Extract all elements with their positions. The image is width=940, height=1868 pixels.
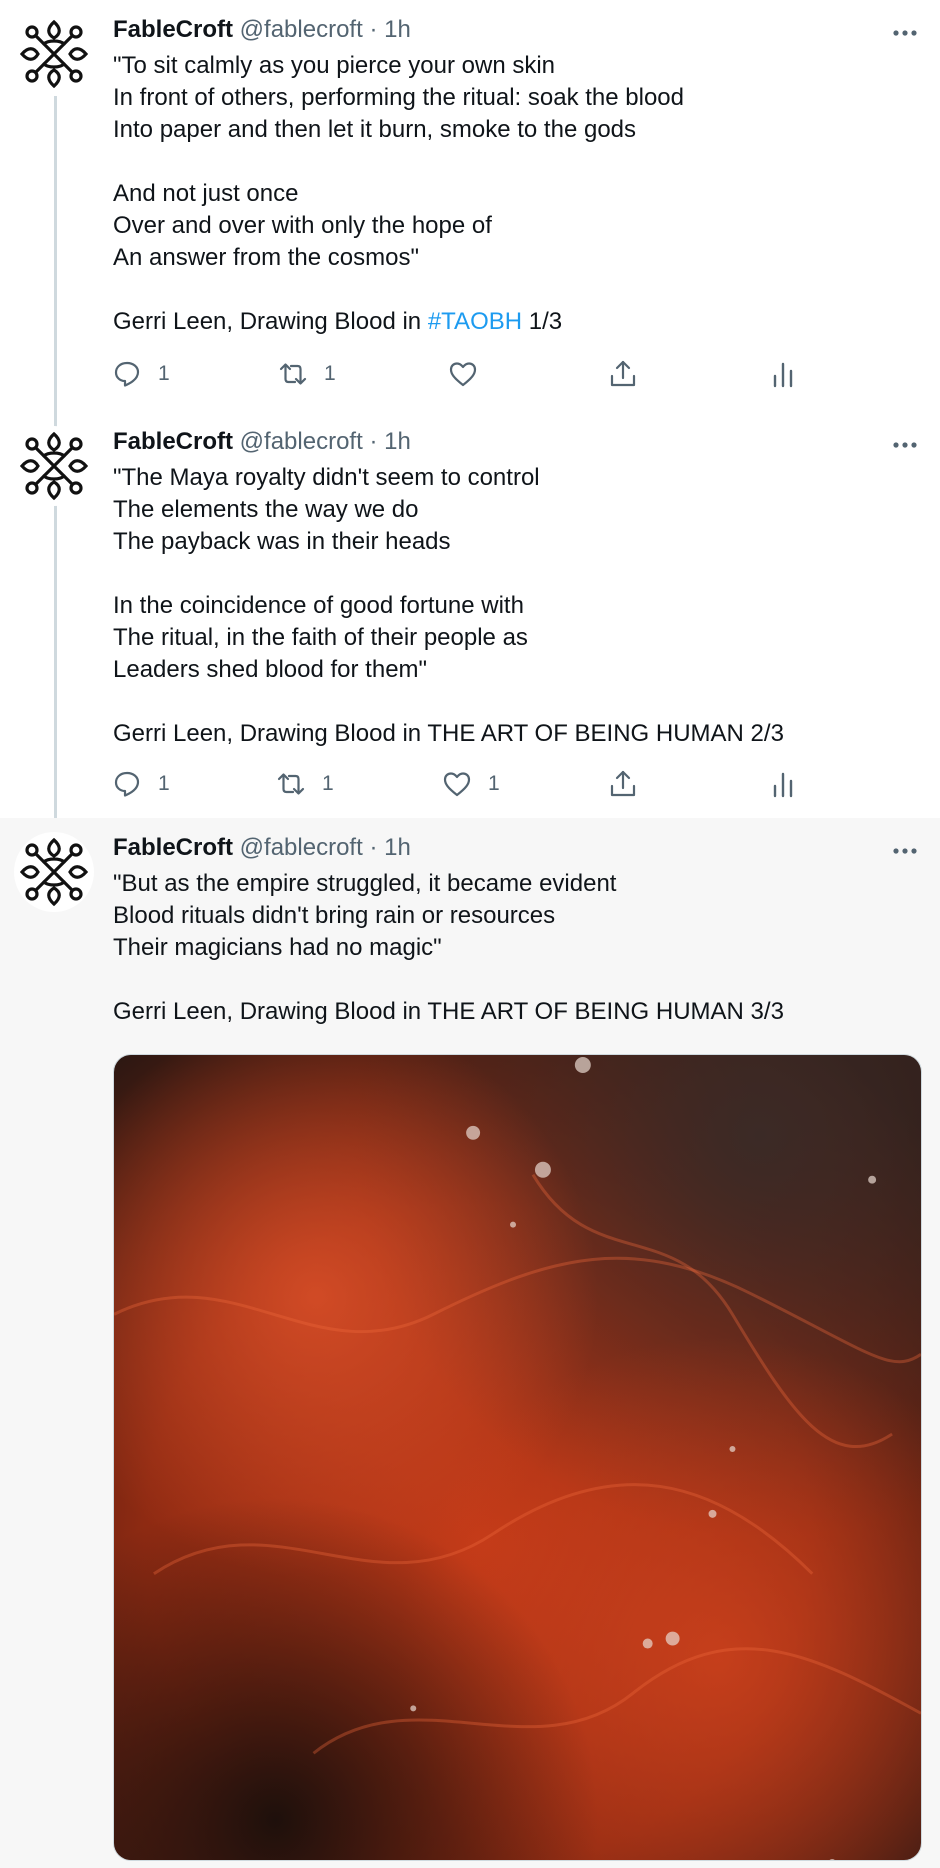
tweet-1[interactable]: FableCroft @fablecroft · 1h "To sit calm… bbox=[0, 0, 940, 412]
separator: · bbox=[369, 16, 378, 43]
reply-button[interactable]: 1 bbox=[112, 764, 170, 804]
knotwork-logo-icon bbox=[19, 837, 89, 907]
like-count: 1 bbox=[488, 772, 500, 795]
tweet-header: FableCroft @fablecroft · 1h bbox=[113, 830, 411, 866]
more-horizontal-icon bbox=[893, 442, 917, 448]
retweet-icon bbox=[277, 773, 305, 795]
tweet-header: FableCroft @fablecroft · 1h bbox=[113, 424, 411, 460]
retweet-button[interactable]: 1 bbox=[276, 764, 334, 804]
reply-count: 1 bbox=[158, 362, 170, 385]
analytics-icon bbox=[773, 362, 793, 388]
tweet-text: "But as the empire struggled, it became … bbox=[113, 870, 784, 1025]
author-handle[interactable]: @fablecroft bbox=[240, 16, 363, 43]
avatar[interactable] bbox=[14, 14, 94, 94]
tweet-header: FableCroft @fablecroft · 1h bbox=[113, 12, 411, 48]
like-button[interactable] bbox=[448, 354, 494, 394]
separator: · bbox=[369, 834, 378, 861]
hashtag-link[interactable]: #TAOBH bbox=[428, 308, 522, 335]
author-name[interactable]: FableCroft bbox=[113, 428, 233, 455]
knotwork-logo-icon bbox=[19, 19, 89, 89]
author-name[interactable]: FableCroft bbox=[113, 834, 233, 861]
author-handle[interactable]: @fablecroft bbox=[240, 428, 363, 455]
tweet-2[interactable]: FableCroft @fablecroft · 1h "The Maya ro… bbox=[0, 412, 940, 818]
red-smoke-photo bbox=[114, 1055, 921, 1860]
retweet-count: 1 bbox=[322, 772, 334, 795]
tweet-actions: 1 1 bbox=[112, 354, 812, 394]
timestamp[interactable]: 1h bbox=[384, 16, 411, 43]
like-button[interactable]: 1 bbox=[442, 764, 500, 804]
heart-icon bbox=[443, 772, 471, 797]
share-icon bbox=[610, 360, 636, 387]
author-name[interactable]: FableCroft bbox=[113, 16, 233, 43]
tweet-text: "The Maya royalty didn't seem to control… bbox=[113, 464, 784, 747]
reply-icon bbox=[114, 771, 140, 797]
share-button[interactable] bbox=[608, 354, 638, 394]
more-options-button[interactable] bbox=[890, 18, 920, 48]
analytics-icon bbox=[773, 772, 793, 798]
retweet-button[interactable]: 1 bbox=[278, 354, 336, 394]
more-horizontal-icon bbox=[893, 848, 917, 854]
separator: · bbox=[369, 428, 378, 455]
share-icon bbox=[610, 770, 636, 797]
reply-count: 1 bbox=[158, 772, 170, 795]
knotwork-logo-icon bbox=[19, 431, 89, 501]
reply-button[interactable]: 1 bbox=[112, 354, 170, 394]
avatar[interactable] bbox=[14, 832, 94, 912]
more-horizontal-icon bbox=[893, 30, 917, 36]
tweet-text-suffix: 1/3 bbox=[522, 308, 563, 335]
author-handle[interactable]: @fablecroft bbox=[240, 834, 363, 861]
tweet-actions: 1 1 1 bbox=[112, 764, 812, 804]
timestamp[interactable]: 1h bbox=[384, 428, 411, 455]
retweet-icon bbox=[279, 363, 307, 385]
retweet-count: 1 bbox=[324, 362, 336, 385]
more-options-button[interactable] bbox=[890, 836, 920, 866]
more-options-button[interactable] bbox=[890, 430, 920, 460]
analytics-button[interactable] bbox=[768, 354, 798, 394]
tweet-text: "To sit calmly as you pierce your own sk… bbox=[113, 50, 913, 338]
tweet-text-main: "To sit calmly as you pierce your own sk… bbox=[113, 52, 684, 335]
reply-icon bbox=[114, 361, 140, 387]
timestamp[interactable]: 1h bbox=[384, 834, 411, 861]
analytics-button[interactable] bbox=[768, 764, 798, 804]
avatar[interactable] bbox=[14, 426, 94, 506]
tweet-photo[interactable] bbox=[113, 1054, 922, 1861]
heart-icon bbox=[449, 362, 477, 387]
share-button[interactable] bbox=[608, 764, 638, 804]
